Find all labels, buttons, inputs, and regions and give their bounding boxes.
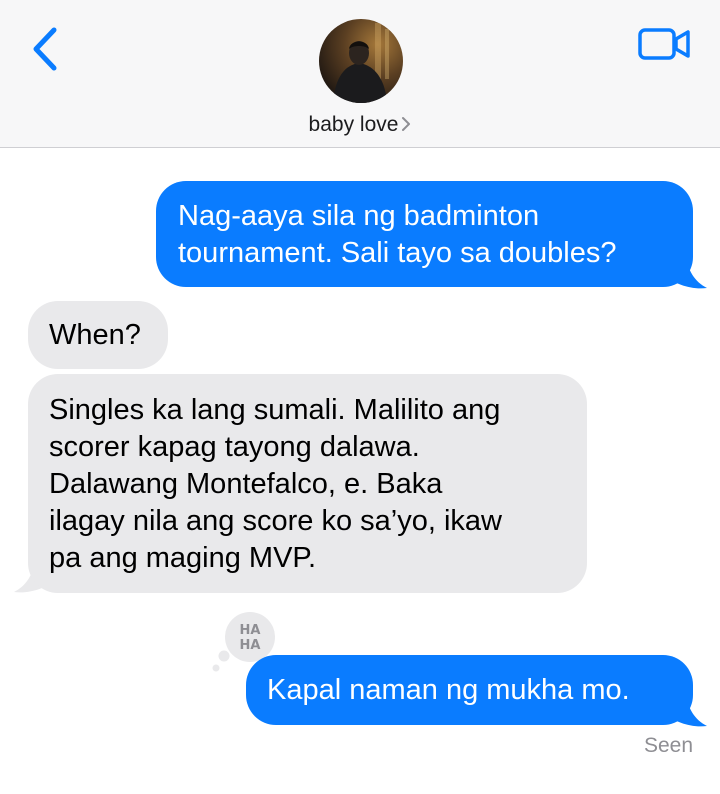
back-chevron-icon[interactable] bbox=[26, 24, 66, 74]
avatar-photo bbox=[319, 19, 403, 103]
message-text-line: tournament. Sali tayo sa doubles? bbox=[178, 237, 617, 269]
contact-avatar[interactable] bbox=[319, 19, 403, 103]
message-bubble-outgoing[interactable]: Nag-aaya sila ng badminton tournament. S… bbox=[156, 181, 693, 287]
message-bubble-incoming[interactable]: When? bbox=[28, 301, 168, 369]
message-bubble-outgoing[interactable]: Kapal naman ng mukha mo. bbox=[246, 655, 693, 725]
message-text-line: pa ang maging MVP. bbox=[49, 542, 317, 574]
video-camera-icon[interactable] bbox=[636, 26, 692, 62]
message-text-line: Nag-aaya sila ng badminton bbox=[178, 200, 540, 232]
tapback-label-line: HA bbox=[240, 638, 261, 653]
chevron-right-icon bbox=[402, 117, 411, 131]
message-text-line: Dalawang Montefalco, e. Baka bbox=[49, 468, 443, 500]
contact-name-button[interactable]: baby love bbox=[0, 113, 720, 137]
contact-name-label: baby love bbox=[308, 113, 399, 136]
message-text: Kapal naman ng mukha mo. bbox=[267, 674, 630, 706]
conversation-header: baby love bbox=[0, 0, 720, 148]
message-text-line: scorer kapag tayong dalawa. bbox=[49, 431, 420, 463]
message-text-line: Singles ka lang sumali. Malilito ang bbox=[49, 394, 501, 426]
read-receipt-status: Seen bbox=[643, 734, 693, 757]
message-text-line: ilagay nila ang score ko sa’yo, ikaw bbox=[49, 505, 502, 537]
message-bubble-incoming[interactable]: Singles ka lang sumali. Malilito ang sco… bbox=[28, 374, 587, 593]
message-text: When? bbox=[49, 319, 141, 351]
tapback-label-line: HA bbox=[240, 623, 261, 638]
